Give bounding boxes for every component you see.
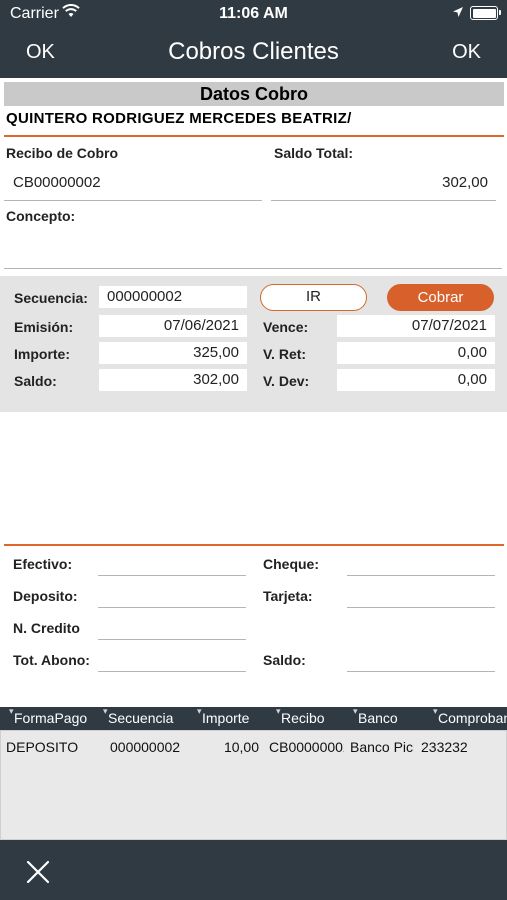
cell-banco: Banco Pichincha bbox=[350, 739, 414, 755]
tarjeta-label: Tarjeta: bbox=[263, 588, 313, 604]
column-header-recibo[interactable]: ▾ Recibo bbox=[276, 707, 325, 726]
emision-label: Emisión: bbox=[14, 319, 74, 335]
sort-icon: ▾ bbox=[197, 707, 202, 716]
efectivo-input[interactable] bbox=[98, 575, 246, 576]
payment-divider bbox=[4, 544, 504, 546]
emision-field: 07/06/2021 bbox=[99, 315, 247, 337]
ncredito-label: N. Credito bbox=[13, 620, 80, 636]
ncredito-input[interactable] bbox=[98, 639, 246, 640]
secuencia-input[interactable]: 000000002 bbox=[99, 286, 247, 308]
recibo-field[interactable]: CB00000002 bbox=[13, 174, 101, 191]
sort-icon: ▾ bbox=[276, 707, 281, 716]
column-header-secuencia[interactable]: ▾ Secuencia bbox=[103, 707, 173, 726]
saldo-label: Saldo: bbox=[14, 373, 57, 389]
tot-abono-label: Tot. Abono: bbox=[13, 652, 90, 668]
cell-formapago: DEPOSITO bbox=[6, 739, 79, 755]
saldo-total-field[interactable]: 302,00 bbox=[442, 174, 488, 191]
ir-button[interactable]: IR bbox=[260, 284, 367, 311]
column-header-comprobante[interactable]: ▾Comprobante bbox=[433, 707, 507, 726]
recibo-label: Recibo de Cobro bbox=[6, 145, 119, 161]
payment-saldo-label: Saldo: bbox=[263, 652, 306, 668]
cell-importe: 10,00 bbox=[223, 739, 259, 755]
grid-header: ▾ FormaPago ▾ Secuencia ▾ Importe ▾ Recibo ▾… bbox=[0, 707, 507, 730]
bottom-toolbar bbox=[0, 840, 507, 900]
sort-icon: ▾ bbox=[9, 707, 14, 716]
concepto-field[interactable] bbox=[4, 268, 502, 269]
battery-icon bbox=[470, 6, 501, 20]
location-icon bbox=[452, 5, 464, 23]
cheque-label: Cheque: bbox=[263, 556, 319, 572]
client-name: QUINTERO RODRIGUEZ MERCEDES BEATRIZ/ bbox=[6, 110, 352, 127]
recibo-underline bbox=[4, 200, 262, 201]
nav-bar: OK Cobros Clientes OK bbox=[0, 28, 507, 78]
importe-field: 325,00 bbox=[99, 342, 247, 364]
vret-label: V. Ret: bbox=[263, 346, 307, 362]
sort-icon: ▾ bbox=[353, 707, 358, 716]
cheque-input[interactable] bbox=[347, 575, 495, 576]
payment-saldo-input[interactable] bbox=[347, 671, 495, 672]
cell-comprobante: 233232 bbox=[421, 739, 468, 755]
vret-field: 0,00 bbox=[337, 342, 495, 364]
concepto-label: Concepto: bbox=[6, 208, 76, 224]
deposito-input[interactable] bbox=[98, 607, 246, 608]
cell-recibo: CB00000002 bbox=[269, 739, 344, 755]
saldo-total-label: Saldo Total: bbox=[274, 145, 354, 161]
column-header-formapago[interactable]: ▾ FormaPago bbox=[9, 707, 87, 726]
cell-secuencia: 000000002 bbox=[110, 739, 181, 755]
column-header-banco[interactable]: ▾ Banco bbox=[353, 707, 398, 726]
ok-button-right[interactable]: OK bbox=[452, 41, 481, 64]
tot-abono-input[interactable] bbox=[98, 671, 246, 672]
page-title: Cobros Clientes bbox=[168, 38, 339, 65]
deposito-label: Deposito: bbox=[13, 588, 78, 604]
divider bbox=[4, 135, 504, 137]
clock: 11:06 AM bbox=[219, 5, 288, 22]
secuencia-label: Secuencia: bbox=[14, 290, 88, 306]
payments-grid: DEPOSITO 000000002 10,00 CB00000002 Banc… bbox=[0, 730, 507, 840]
importe-label: Importe: bbox=[14, 346, 70, 362]
cobrar-button[interactable]: Cobrar bbox=[387, 284, 494, 311]
vence-field: 07/07/2021 bbox=[337, 315, 495, 337]
tarjeta-input[interactable] bbox=[347, 607, 495, 608]
close-icon[interactable] bbox=[26, 860, 50, 884]
sort-icon: ▾ bbox=[433, 707, 438, 716]
saldo-field: 302,00 bbox=[99, 369, 247, 391]
vdev-label: V. Dev: bbox=[263, 373, 310, 389]
status-bar: Carrier 11:06 AM bbox=[0, 0, 507, 28]
saldo-total-underline bbox=[271, 200, 496, 201]
vence-label: Vence: bbox=[263, 319, 309, 335]
vdev-field: 0,00 bbox=[337, 369, 495, 391]
efectivo-label: Efectivo: bbox=[13, 556, 73, 572]
section-title: Datos Cobro bbox=[4, 82, 504, 106]
column-header-importe[interactable]: ▾ Importe bbox=[197, 707, 249, 726]
sort-icon: ▾ bbox=[103, 707, 108, 716]
